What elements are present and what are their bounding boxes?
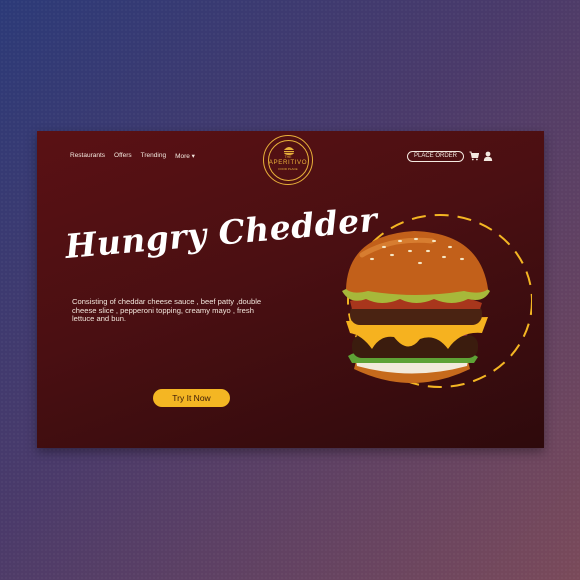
nav-item-offers[interactable]: Offers [114,152,132,160]
nav-item-trending[interactable]: Trending [141,152,166,160]
nav-item-restaurants[interactable]: Restaurants [70,152,105,160]
burger-logo-icon [284,147,294,155]
place-order-button[interactable]: PLACE ORDER [407,151,464,162]
logo-name: APERITIVO [268,159,308,166]
landing-page: Restaurants Offers Trending More ▾ THE A… [37,131,544,448]
user-icon[interactable] [483,151,493,161]
logo-tagline: FOOD PLACE [278,167,298,171]
brand-logo[interactable]: THE APERITIVO FOOD PLACE [263,135,313,185]
cart-icon[interactable] [469,151,479,161]
try-it-now-button[interactable]: Try It Now [153,389,230,407]
burger-image [342,214,532,388]
main-nav: Restaurants Offers Trending More ▾ [70,152,195,160]
nav-item-more[interactable]: More ▾ [175,152,195,160]
hero-description: Consisting of cheddar cheese sauce , bee… [72,297,262,323]
